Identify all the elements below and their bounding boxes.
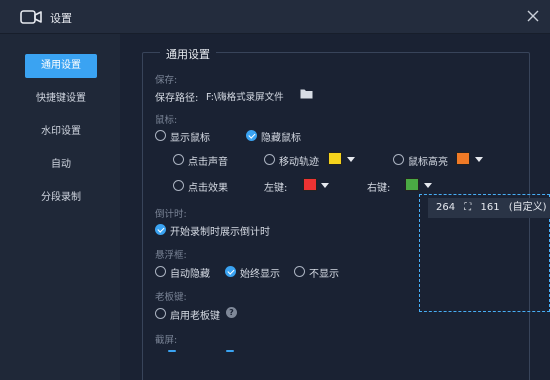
screenshot-options-partial <box>168 350 234 353</box>
save-path-label: 保存路径: <box>155 93 199 104</box>
always-show-label: 始终显示 <box>240 269 280 280</box>
right-key-color-swatch[interactable] <box>405 178 419 191</box>
show-cursor-label: 显示鼠标 <box>170 133 210 144</box>
left-key-color-dropdown-icon[interactable] <box>321 183 329 188</box>
mouse-section-label: 鼠标: <box>155 115 178 126</box>
panel-title: 通用设置 <box>160 46 216 62</box>
boss-key-section-label: 老板键: <box>155 292 187 303</box>
hide-cursor-label: 隐藏鼠标 <box>261 133 301 144</box>
click-sound-radio[interactable] <box>173 154 184 165</box>
save-path-value: F:\嗨格式录屏文件 <box>206 92 284 103</box>
hide-cursor-check[interactable] <box>246 130 257 141</box>
highlight-label: 鼠标高亮 <box>408 157 448 168</box>
countdown-check[interactable] <box>155 224 166 235</box>
boss-key-radio[interactable] <box>155 308 166 319</box>
sidebar-item-hotkeys[interactable]: 快捷键设置 <box>25 87 97 111</box>
highlight-color-dropdown-icon[interactable] <box>475 157 483 162</box>
folder-icon[interactable] <box>300 88 313 99</box>
click-sound-label: 点击声音 <box>188 157 228 168</box>
auto-hide-radio[interactable] <box>155 266 166 277</box>
auto-hide-label: 自动隐藏 <box>170 269 210 280</box>
left-key-color-swatch[interactable] <box>303 178 317 191</box>
always-show-check[interactable] <box>225 266 236 277</box>
save-section-label: 保存: <box>155 75 178 86</box>
sidebar-item-segment[interactable]: 分段录制 <box>25 186 97 210</box>
sidebar-item-watermark[interactable]: 水印设置 <box>25 120 97 144</box>
sidebar-item-general[interactable]: 通用设置 <box>25 54 97 78</box>
region-width: 264 <box>436 202 456 213</box>
countdown-section-label: 倒计时: <box>155 209 187 220</box>
camera-icon <box>20 10 42 24</box>
aspect-lock-icon[interactable]: ⛶ <box>464 198 471 218</box>
right-key-label: 右键: <box>367 183 391 194</box>
show-cursor-radio[interactable] <box>155 130 166 141</box>
trail-color-dropdown-icon[interactable] <box>347 157 355 162</box>
move-trail-radio[interactable] <box>264 154 275 165</box>
click-effect-radio[interactable] <box>173 180 184 191</box>
move-trail-label: 移动轨迹 <box>279 157 319 168</box>
no-show-radio[interactable] <box>294 266 305 277</box>
highlight-color-swatch[interactable] <box>456 152 470 165</box>
highlight-radio[interactable] <box>393 154 404 165</box>
sidebar-item-auto[interactable]: 自动 <box>25 153 97 177</box>
no-show-label: 不显示 <box>309 269 339 280</box>
help-icon[interactable]: ? <box>226 307 237 318</box>
title-bar: 设置 <box>0 0 550 34</box>
window-title: 设置 <box>50 12 72 25</box>
right-key-color-dropdown-icon[interactable] <box>424 183 432 188</box>
region-size-indicator: 264 ⛶ 161 (自定义) <box>428 198 550 218</box>
click-effect-label: 点击效果 <box>188 183 228 194</box>
left-key-label: 左键: <box>264 183 288 194</box>
floating-section-label: 悬浮框: <box>155 250 187 261</box>
region-height: 161 <box>480 202 500 213</box>
sidebar: 通用设置 快捷键设置 水印设置 自动 分段录制 <box>0 34 120 380</box>
trail-color-swatch[interactable] <box>328 152 342 165</box>
boss-key-label: 启用老板键 <box>170 311 220 322</box>
screenshot-section-label: 截屏: <box>155 335 178 346</box>
countdown-label: 开始录制时展示倒计时 <box>170 227 270 238</box>
close-icon[interactable] <box>527 10 539 22</box>
region-mode: (自定义) <box>508 202 547 213</box>
